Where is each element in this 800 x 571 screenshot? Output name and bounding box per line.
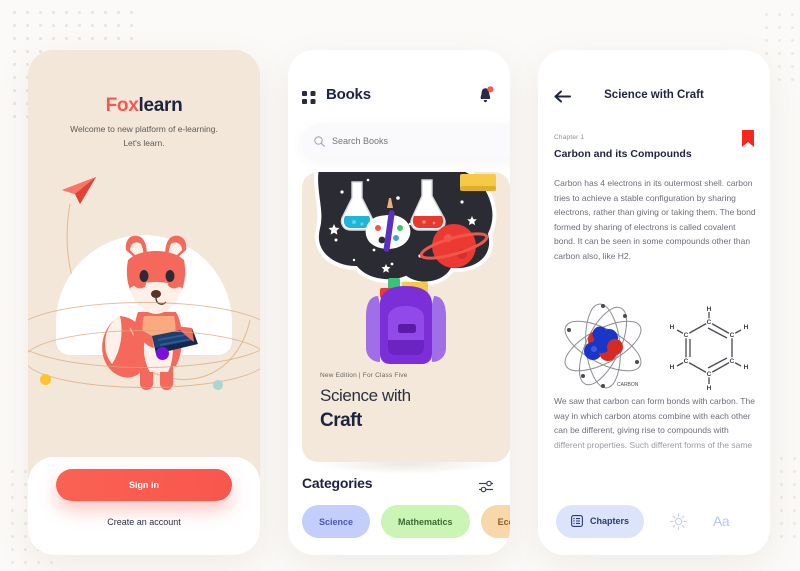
svg-text:C: C	[684, 332, 689, 339]
orbit-ring-inner	[28, 330, 260, 388]
category-chip-science[interactable]: Science	[302, 505, 371, 538]
figure-caption: CARBON	[617, 382, 639, 388]
onboarding-hero: Foxlearn Welcome to new platform of e-le…	[28, 50, 260, 460]
filter-sliders-icon[interactable]	[479, 480, 494, 493]
app-screenshot: Foxlearn Welcome to new platform of e-le…	[0, 0, 800, 571]
books-header: Books	[288, 50, 510, 122]
brand-name-fox: Fox	[105, 95, 139, 116]
books-screen: Books Search Books New Edition | For Cla…	[288, 50, 510, 555]
chapter-title: Carbon and its Compounds	[554, 148, 692, 160]
chapters-button-label: Chapters	[590, 516, 630, 526]
page-title: Foxlearn	[28, 95, 260, 117]
reader-book-title: Science with Craft	[604, 89, 704, 101]
categories-heading: Categories	[302, 475, 373, 491]
brand-name-learn: learn	[138, 95, 183, 116]
svg-text:H: H	[744, 324, 749, 331]
svg-text:H: H	[670, 324, 675, 331]
orbit-dot-purple	[156, 347, 169, 360]
search-icon	[314, 135, 325, 147]
svg-text:H: H	[744, 364, 749, 371]
carbon-atom-diagram: CARBON	[564, 303, 642, 389]
svg-text:C: C	[730, 332, 735, 339]
page-title: Books	[326, 86, 371, 103]
chapter-paragraph-2: We saw that carbon can form bonds with c…	[554, 396, 755, 450]
featured-book-card[interactable]: New Edition | For Class Five Science wit…	[302, 172, 510, 462]
brightness-button[interactable]	[670, 512, 687, 530]
welcome-text: Welcome to new platform of e-learning. L…	[70, 124, 218, 149]
text-size-button[interactable]: Aa	[713, 513, 730, 529]
svg-text:H: H	[707, 385, 712, 392]
chapter-label: Chapter 1	[554, 134, 585, 141]
svg-text:C: C	[707, 371, 712, 378]
svg-text:C: C	[684, 358, 689, 365]
svg-text:H: H	[707, 306, 712, 313]
search-bar[interactable]	[302, 124, 510, 158]
backpack-science-illustration	[314, 172, 497, 364]
book-edition-meta: New Edition | For Class Five	[320, 372, 408, 379]
chapters-button[interactable]: Chapters	[556, 504, 645, 538]
book-title-line1: Science with	[320, 386, 411, 405]
reader-toolbar: Chapters Aa	[538, 487, 770, 555]
reader-screen: Science with Craft Chapter 1 Carbon and …	[538, 50, 770, 555]
grid-icon[interactable]	[302, 90, 317, 105]
category-chip-economics[interactable]: Economics	[480, 505, 510, 538]
sign-in-button[interactable]: Sign in	[56, 469, 232, 501]
book-title-line2: Craft	[320, 410, 362, 431]
svg-text:C: C	[730, 358, 735, 365]
create-account-link[interactable]: Create an account	[28, 517, 260, 527]
orbit-dot-teal	[213, 380, 223, 390]
notification-bell-icon[interactable]	[477, 86, 494, 104]
sun-brightness-icon	[670, 512, 687, 530]
list-icon	[571, 515, 583, 527]
onboarding-screen: Foxlearn Welcome to new platform of e-le…	[28, 50, 260, 555]
bookmark-icon[interactable]	[742, 130, 754, 148]
onboarding-actions: Sign in Create an account	[28, 457, 260, 555]
benzene-ring-diagram: C C C C C C H H H H H H	[670, 306, 749, 392]
orbit-dot-yellow	[40, 374, 51, 385]
chapter-figures: CARBON C C C C C C H H H H H H	[548, 298, 760, 398]
search-input[interactable]	[332, 136, 492, 146]
svg-text:H: H	[670, 364, 675, 371]
svg-text:C: C	[707, 319, 712, 326]
category-chip-mathematics[interactable]: Mathematics	[381, 505, 470, 538]
paper-plane-icon	[62, 177, 96, 204]
chapter-paragraph-1: Carbon has 4 electrons in its outermost …	[554, 178, 756, 262]
category-chip-list: Science Mathematics Economics	[302, 505, 510, 538]
